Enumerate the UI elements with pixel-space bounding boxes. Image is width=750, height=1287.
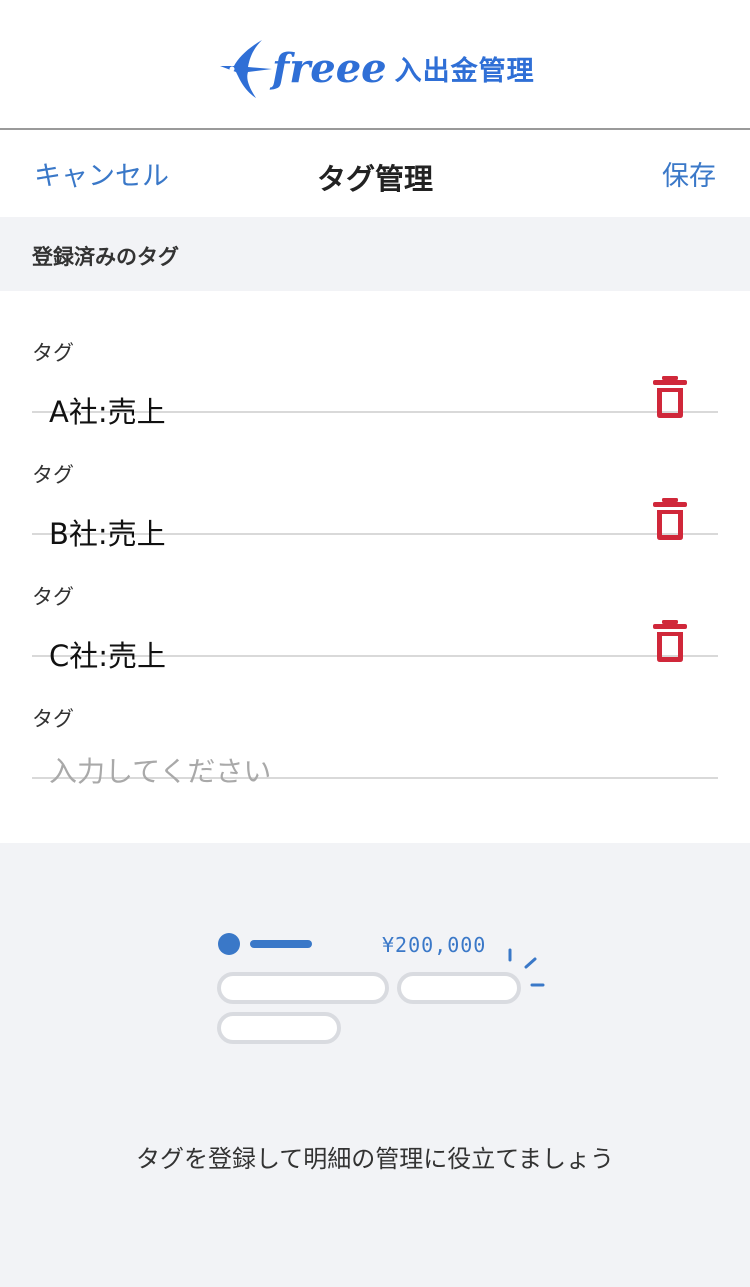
navbar: キャンセル タグ管理 保存 [0,130,750,217]
empty-state: ¥200,000 タグを登録して明細の管理に役立てましょう [0,843,750,1287]
empty-state-message: タグを登録して明細の管理に役立てましょう [135,1145,615,1173]
tag-row-c[interactable]: タグ C社:売上 [32,535,718,673]
tag-list: タグ A社:売上 タグ B社:売上 タグ C社:売上 タグ [0,291,750,843]
swallow-logo-icon [220,40,272,98]
tag-row-b[interactable]: タグ B社:売上 [32,413,718,551]
tag-label: タグ [32,707,74,731]
save-button[interactable]: 保存 [662,154,716,193]
brand-name: freee [272,44,387,92]
amount-label: ¥200,000 [382,933,487,957]
tag-label: タグ [32,585,74,609]
tag-row-a[interactable]: タグ A社:売上 [32,291,718,429]
app-header: freee 入出金管理 [0,0,750,130]
brand-logo: freee 入出金管理 [218,36,535,100]
section-title: 登録済みのタグ [32,245,179,269]
new-tag-row: タグ [32,657,718,793]
product-name: 入出金管理 [394,55,535,87]
page-title: タグ管理 [316,162,433,196]
new-tag-input[interactable] [49,749,609,793]
tag-label: タグ [32,463,74,487]
tag-label: タグ [32,341,74,365]
section-header: 登録済みのタグ [0,217,750,291]
